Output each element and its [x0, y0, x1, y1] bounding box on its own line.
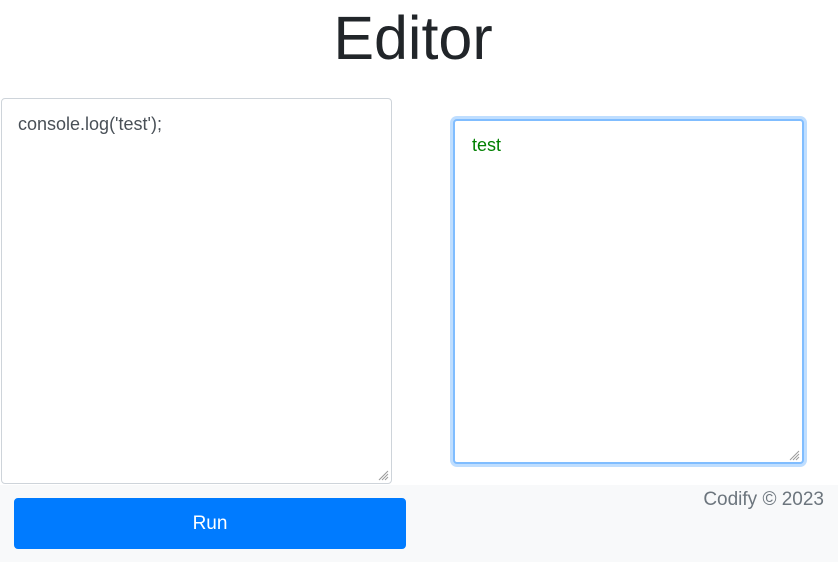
copyright-text: Codify © 2023: [703, 489, 824, 510]
resize-grip-icon[interactable]: [378, 470, 389, 481]
page-title: Editor: [333, 4, 493, 72]
output-textarea[interactable]: test: [453, 119, 804, 464]
editor-page: Editor console.log('test'); test Run Cod…: [0, 0, 838, 562]
code-editor-input[interactable]: console.log('test');: [1, 98, 392, 484]
run-button[interactable]: Run: [14, 498, 406, 549]
resize-grip-icon[interactable]: [789, 450, 800, 461]
